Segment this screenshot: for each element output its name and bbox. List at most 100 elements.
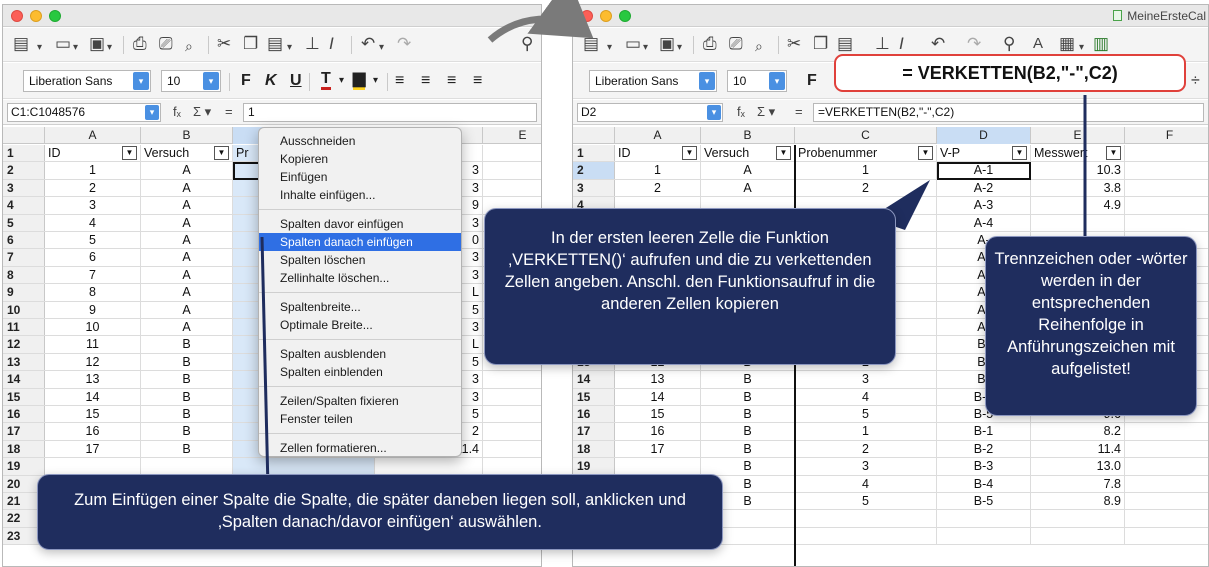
cell-d[interactable]: A-3 [937, 197, 1031, 214]
cell-b[interactable]: B [701, 440, 795, 458]
cell-f[interactable] [1125, 215, 1208, 231]
row-header[interactable]: 19 [3, 458, 45, 475]
cell-f[interactable] [1125, 180, 1208, 196]
copy-icon[interactable]: ❐ [813, 34, 828, 54]
zoom-window-button[interactable] [619, 10, 631, 22]
row-header[interactable]: 14 [3, 371, 45, 388]
menu-item[interactable]: Spalten danach einfügen [259, 233, 461, 251]
font-size-select[interactable]: 10 ▾ [161, 70, 221, 92]
autofilter-button[interactable]: ▼ [682, 146, 697, 160]
cell-d[interactable] [375, 458, 483, 475]
cell-b[interactable]: A [141, 162, 233, 179]
print-icon[interactable]: ⎚ [159, 34, 173, 54]
font-name-select[interactable]: Liberation Sans ▾ [589, 70, 717, 92]
row-header[interactable]: 17 [3, 423, 45, 440]
cell-b[interactable]: A [141, 197, 233, 214]
cell-c[interactable]: 1 [795, 162, 937, 179]
menu-item[interactable]: Spalten löschen [259, 251, 461, 269]
copy-icon[interactable]: ❐ [243, 34, 258, 54]
row-header[interactable]: 6 [3, 232, 45, 249]
cell-b[interactable]: A [141, 266, 233, 284]
cell-a[interactable]: 15 [615, 406, 701, 423]
cell-e[interactable]: Messwert ▼ [1031, 145, 1125, 162]
cell-a[interactable]: 16 [45, 423, 141, 440]
row-header[interactable]: 13 [3, 353, 45, 371]
menu-item[interactable]: Spalten ausblenden [259, 345, 461, 363]
cell-e[interactable] [483, 389, 541, 405]
row-header[interactable]: 2 [573, 162, 615, 179]
row-header[interactable]: 16 [573, 406, 615, 423]
cell-a[interactable]: 14 [615, 388, 701, 405]
cell-b[interactable]: A [141, 249, 233, 266]
chevron-down-icon[interactable]: ▾ [707, 105, 721, 120]
row-header[interactable]: 14 [573, 371, 615, 388]
autofilter-button[interactable]: ▼ [122, 146, 137, 160]
cell-b[interactable]: B [141, 406, 233, 423]
cell-e[interactable] [483, 162, 541, 178]
row-header[interactable]: 3 [573, 179, 615, 197]
undo-icon[interactable]: ↶ [931, 34, 945, 54]
formula-input[interactable]: =VERKETTEN(B2,"-",C2) [813, 103, 1204, 122]
cell-a[interactable]: 17 [45, 440, 141, 458]
row-header[interactable]: 19 [573, 458, 615, 475]
cell-c[interactable]: 4 [795, 475, 937, 492]
cell-a[interactable]: 12 [45, 353, 141, 371]
column-header-b[interactable]: B [701, 127, 795, 144]
menu-item[interactable]: Optimale Breite... [259, 316, 461, 334]
redo-icon[interactable]: ↷ [967, 34, 981, 54]
cell-e[interactable]: 7.8 [1031, 475, 1125, 492]
cell-d[interactable]: A-2 [937, 179, 1031, 197]
row-header[interactable]: 1 [3, 145, 45, 162]
cell-f[interactable] [1125, 510, 1208, 526]
clone-formatting-icon[interactable]: ⊥ [305, 34, 320, 54]
row-icon[interactable]: ▦ [1059, 34, 1075, 54]
cell-b[interactable]: B [141, 353, 233, 371]
column-header-b[interactable]: B [141, 127, 233, 144]
align-center-icon[interactable]: ≡ [421, 71, 430, 91]
paste-icon[interactable]: ▤ [267, 34, 283, 54]
cell-c[interactable]: 3 [795, 458, 937, 475]
cell-e[interactable] [483, 441, 541, 457]
autofilter-button[interactable]: ▼ [776, 146, 791, 160]
close-window-button[interactable] [581, 10, 593, 22]
justify-icon[interactable]: ≡ [473, 71, 482, 91]
sum-icon[interactable]: Σ ▾ [193, 104, 211, 120]
function-wizard-icon[interactable]: fₓ [173, 104, 181, 119]
chevron-down-icon[interactable]: ▾ [373, 71, 378, 91]
cell-b[interactable]: B [141, 336, 233, 353]
new-document-icon[interactable]: ▤ [13, 34, 29, 54]
cell-a[interactable]: 14 [45, 388, 141, 405]
cell-b[interactable]: B [701, 371, 795, 388]
undo-icon[interactable]: ↶ [361, 34, 375, 54]
clear-formatting-icon[interactable]: I [899, 34, 904, 54]
cell-b[interactable]: B [141, 440, 233, 458]
cell-e[interactable]: 3.8 [1031, 179, 1125, 197]
menu-item[interactable]: Fenster teilen [259, 410, 461, 428]
cell-a[interactable]: 6 [45, 249, 141, 266]
cell-a[interactable]: 15 [45, 406, 141, 423]
menu-item[interactable]: Spaltenbreite... [259, 298, 461, 316]
chevron-down-icon[interactable]: ▾ [677, 38, 682, 58]
align-left-icon[interactable]: ≡ [395, 71, 404, 91]
menu-item[interactable]: Spalten davor einfügen [259, 215, 461, 233]
zoom-window-button[interactable] [49, 10, 61, 22]
column-header-a[interactable]: A [45, 127, 141, 144]
cell-e[interactable] [1031, 510, 1125, 527]
row-header[interactable]: 5 [3, 214, 45, 231]
cell-b[interactable]: B [701, 458, 795, 475]
chevron-down-icon[interactable]: ▾ [379, 38, 384, 58]
cell-e[interactable]: 8.9 [1031, 493, 1125, 510]
clone-formatting-icon[interactable]: ⊥ [875, 34, 890, 54]
bold-button[interactable]: F [241, 71, 251, 91]
cell-b[interactable]: B [701, 388, 795, 405]
cell-b[interactable]: A [141, 284, 233, 301]
cut-icon[interactable]: ✂ [787, 34, 801, 54]
column-header-a[interactable]: A [615, 127, 701, 144]
cell-c[interactable]: 1 [795, 423, 937, 440]
cell-a[interactable]: 2 [615, 179, 701, 197]
row-header[interactable]: 7 [3, 249, 45, 266]
row-header[interactable]: 17 [573, 423, 615, 440]
row-header[interactable]: 15 [573, 388, 615, 405]
function-wizard-icon[interactable]: fₓ [737, 104, 745, 119]
menu-item[interactable]: Kopieren [259, 150, 461, 168]
